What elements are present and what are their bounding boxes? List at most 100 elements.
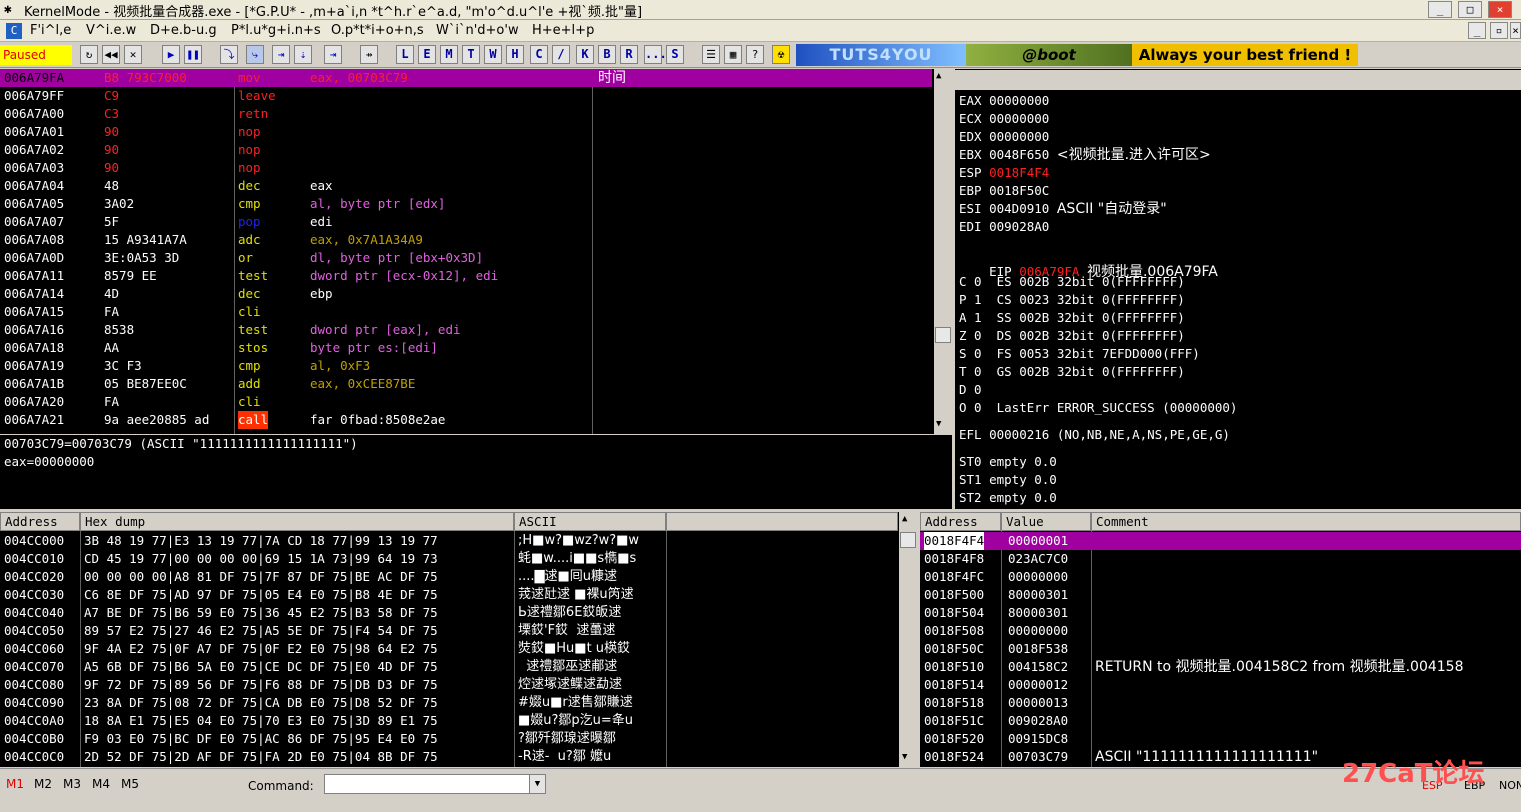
maximize-button[interactable]: □: [1458, 1, 1482, 18]
minimize-button[interactable]: _: [1428, 1, 1452, 18]
register-nav-arrow[interactable]: <: [1501, 190, 1509, 210]
run-button[interactable]: ▶: [162, 45, 180, 64]
step-into-button[interactable]: ⤵: [220, 45, 238, 64]
disasm-row[interactable]: 006A7A1B 05 BE87EE0C add eax, 0xCEE87BE: [0, 375, 932, 393]
memory-tab-m1[interactable]: M1: [6, 777, 24, 791]
stack-header-address[interactable]: Address: [920, 512, 1001, 531]
register-row[interactable]: EDI 009028A0: [959, 218, 1211, 236]
disasm-row[interactable]: 006A7A15 FA cli: [0, 303, 932, 321]
fpu-row[interactable]: ST1 empty 0.0: [959, 471, 1057, 489]
menu-window[interactable]: W`i`n'd+o'w: [436, 23, 519, 38]
register-row[interactable]: ECX 00000000: [959, 110, 1211, 128]
list-icon[interactable]: ☰: [702, 45, 720, 64]
register-row[interactable]: EDX 00000000: [959, 128, 1211, 146]
registers-header[interactable]: Registers (FPU) < < < < <: [955, 70, 1521, 207]
breakpoints-button[interactable]: B: [598, 45, 616, 64]
disasm-row[interactable]: 006A7A03 90 nop: [0, 159, 932, 177]
disasm-row[interactable]: 006A7A01 90 nop: [0, 123, 932, 141]
references-button[interactable]: R: [620, 45, 638, 64]
disasm-row[interactable]: 006A7A19 3C F3 cmp al, 0xF3: [0, 357, 932, 375]
flag-row[interactable]: S 0 FS 0053 32bit 7EFDD000(FFF): [959, 345, 1237, 363]
disassembly-scrollbar[interactable]: ▲ ▼: [934, 69, 952, 434]
stack-header-comment[interactable]: Comment: [1091, 512, 1521, 531]
flag-row[interactable]: C 0 ES 002B 32bit 0(FFFFFFFF): [959, 273, 1237, 291]
trace-over-button[interactable]: ⇣: [294, 45, 312, 64]
scroll-down-icon[interactable]: ▼: [936, 419, 941, 429]
scroll-up-icon[interactable]: ▲: [902, 514, 907, 524]
stack-row[interactable]: 0018F518 00000013: [920, 694, 1521, 712]
menu-help[interactable]: H+e+l+p: [532, 23, 594, 38]
menu-debug[interactable]: D+e.b-u.g: [150, 23, 217, 38]
source-button[interactable]: S: [666, 45, 684, 64]
dump-header-hex[interactable]: Hex dump: [80, 512, 514, 531]
fpu-row[interactable]: ST0 empty 0.0: [959, 453, 1057, 471]
help-button[interactable]: ?: [746, 45, 764, 64]
stack-row[interactable]: 0018F508 00000000: [920, 622, 1521, 640]
rewind-button[interactable]: ◀◀: [102, 45, 120, 64]
disasm-row[interactable]: 006A7A05 3A02 cmp al, byte ptr [edx]: [0, 195, 932, 213]
menu-plugins[interactable]: P*l.u*g+i.n+s: [231, 23, 321, 38]
scroll-down-icon[interactable]: ▼: [902, 752, 907, 762]
flag-row[interactable]: Z 0 DS 002B 32bit 0(FFFFFFFF): [959, 327, 1237, 345]
executables-button[interactable]: E: [418, 45, 436, 64]
stack-row[interactable]: 0018F4F4 00000001: [920, 532, 1521, 550]
restart-button[interactable]: ↻: [80, 45, 98, 64]
menu-options[interactable]: O.p*t*i+o+n,s: [331, 23, 424, 38]
efl-register[interactable]: EFL 00000216 (NO,NB,NE,A,NS,PE,GE,G): [959, 426, 1230, 444]
cpu-button[interactable]: C: [530, 45, 548, 64]
stack-row[interactable]: 0018F510 004158C2 RETURN to 视频批量.004158C2 …: [920, 658, 1521, 676]
flag-row[interactable]: D 0: [959, 381, 1237, 399]
goto-button[interactable]: ⇸: [360, 45, 378, 64]
threads-button[interactable]: T: [462, 45, 480, 64]
register-nav-arrow[interactable]: <: [1367, 130, 1375, 150]
pause-button[interactable]: ❚❚: [184, 45, 202, 64]
disassembly-pane[interactable]: 时间 006A79FA B8 793C7000 mov eax, 00703C79 00…: [0, 69, 952, 434]
chevron-down-icon[interactable]: ▼: [529, 775, 545, 793]
fpu-row[interactable]: ST2 empty 0.0: [959, 489, 1057, 507]
patches-button[interactable]: /: [552, 45, 570, 64]
step-over-button[interactable]: ⤷: [246, 45, 264, 64]
scroll-thumb[interactable]: [900, 532, 916, 548]
flag-row[interactable]: T 0 GS 002B 32bit 0(FFFFFFFF): [959, 363, 1237, 381]
execute-till-return-button[interactable]: ⇥: [324, 45, 342, 64]
mdi-minimize-button[interactable]: _: [1468, 22, 1486, 39]
stack-row[interactable]: 0018F4F8 023AC7C0: [920, 550, 1521, 568]
dump-scrollbar[interactable]: ▲ ▼: [899, 512, 917, 767]
handles-button[interactable]: H: [506, 45, 524, 64]
disasm-row[interactable]: 006A7A16 8538 test dword ptr [eax], edi: [0, 321, 932, 339]
memory-tab-m5[interactable]: M5: [121, 777, 139, 791]
register-nav-arrow[interactable]: <: [1413, 150, 1421, 170]
disasm-row[interactable]: 006A79FF C9 leave: [0, 87, 932, 105]
stack-row[interactable]: 0018F504 80000301: [920, 604, 1521, 622]
trace-into-button[interactable]: ⇥: [272, 45, 290, 64]
windows-button[interactable]: W: [484, 45, 502, 64]
disasm-row[interactable]: 006A7A0D 3E:0A53 3D or dl, byte ptr [ebx+0x…: [0, 249, 932, 267]
radiation-icon[interactable]: ☢: [772, 45, 790, 64]
log-window-button[interactable]: L: [396, 45, 414, 64]
dump-header-address[interactable]: Address: [0, 512, 80, 531]
mdi-restore-button[interactable]: ▫: [1490, 22, 1508, 39]
memory-tab-m3[interactable]: M3: [63, 777, 81, 791]
stack-row[interactable]: 0018F51C 009028A0: [920, 712, 1521, 730]
flag-row[interactable]: O 0 LastErr ERROR_SUCCESS (00000000): [959, 399, 1237, 417]
memory-map-button[interactable]: M: [440, 45, 458, 64]
scroll-thumb[interactable]: [935, 327, 951, 343]
grid-icon[interactable]: ▦: [724, 45, 742, 64]
menu-view[interactable]: V^i.e.w: [86, 23, 136, 38]
disasm-row[interactable]: 006A79FA B8 793C7000 mov eax, 00703C79: [0, 69, 932, 87]
disasm-row[interactable]: 006A7A00 C3 retn: [0, 105, 932, 123]
stack-row[interactable]: 0018F514 00000012: [920, 676, 1521, 694]
run-trace-button[interactable]: ...: [644, 45, 667, 64]
stack-row[interactable]: 0018F500 80000301: [920, 586, 1521, 604]
flag-row[interactable]: A 1 SS 002B 32bit 0(FFFFFFFF): [959, 309, 1237, 327]
register-row[interactable]: EBP 0018F50C: [959, 182, 1211, 200]
stack-header-value[interactable]: Value: [1001, 512, 1091, 531]
command-input[interactable]: ▼: [324, 774, 546, 794]
status-none[interactable]: NON: [1499, 779, 1521, 792]
memory-tab-m2[interactable]: M2: [34, 777, 52, 791]
disasm-row[interactable]: 006A7A11 8579 EE test dword ptr [ecx-0x12],…: [0, 267, 932, 285]
close-debuggee-button[interactable]: ✕: [124, 45, 142, 64]
scroll-up-icon[interactable]: ▲: [936, 71, 941, 81]
register-row[interactable]: EBX 0048F650 <视频批量.进入许可区>: [959, 146, 1211, 164]
dump-header-ascii[interactable]: ASCII: [514, 512, 666, 531]
